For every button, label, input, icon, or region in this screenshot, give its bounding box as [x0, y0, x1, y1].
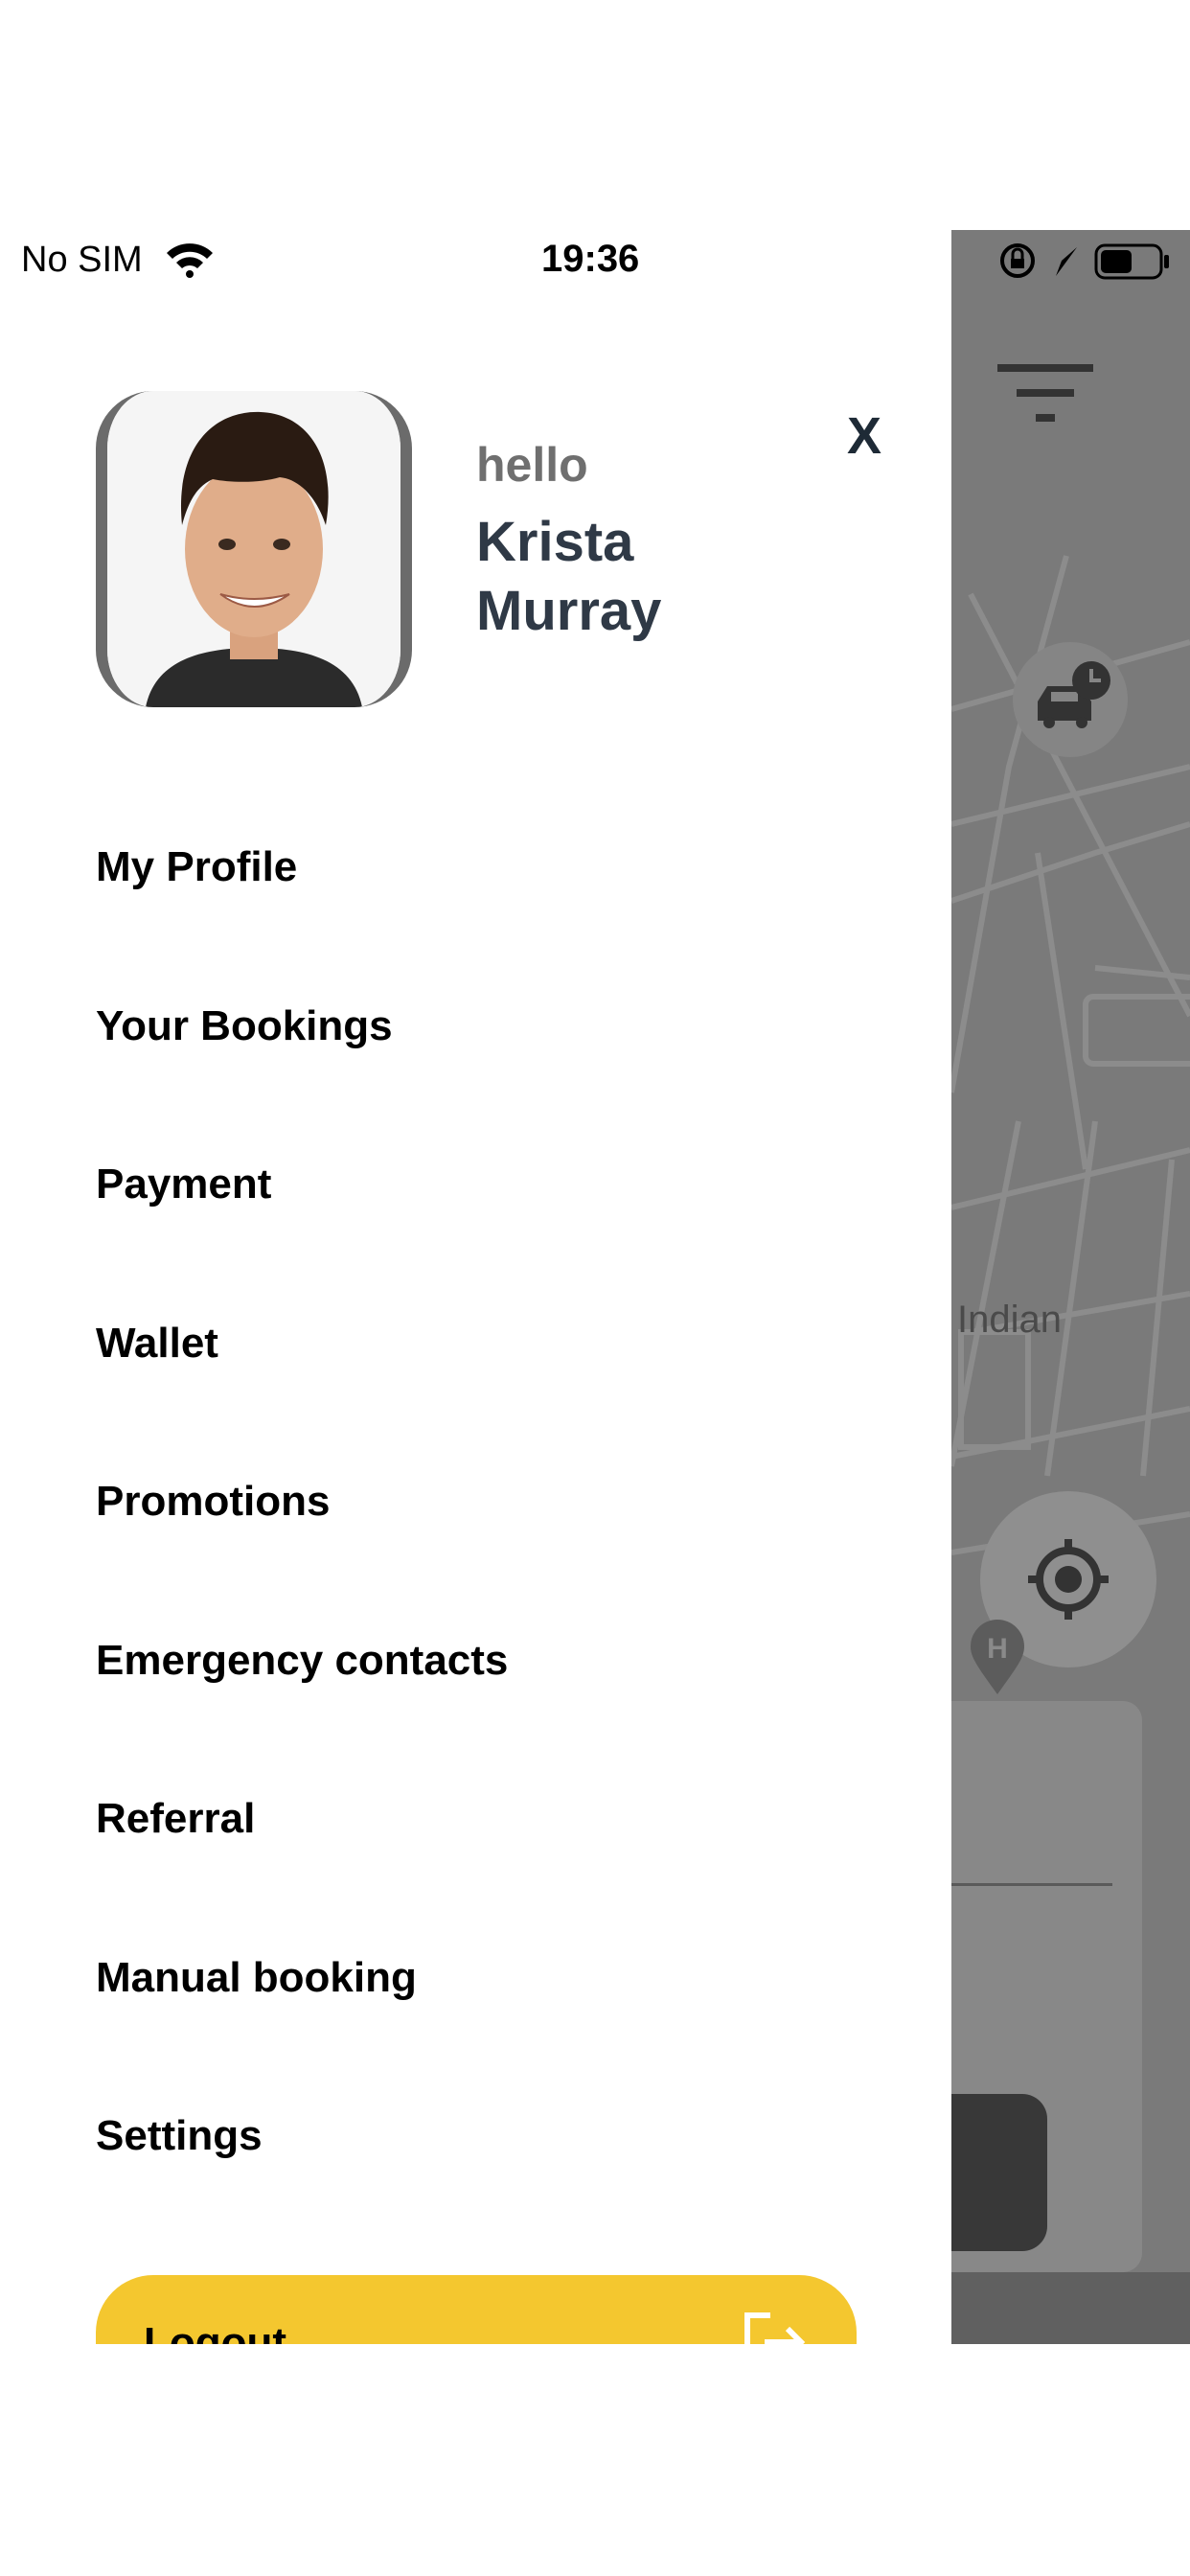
close-drawer-button[interactable]: X [835, 406, 893, 466]
menu-item-wallet[interactable]: Wallet [96, 1320, 218, 1368]
profile-photo [107, 391, 400, 707]
menu-item-promotions[interactable]: Promotions [96, 1478, 330, 1526]
map-bottom-strip [951, 2272, 1190, 2344]
scheduled-car-icon [1038, 661, 1110, 728]
scheduled-ride-button[interactable] [1013, 642, 1128, 757]
user-first-name: Krista [476, 511, 634, 573]
booking-card[interactable] [951, 1701, 1142, 2272]
hospital-marker-label: H [987, 1633, 1008, 1665]
hospital-marker-icon: H [971, 1620, 1024, 1694]
confirm-button[interactable] [951, 2094, 1047, 2251]
menu-item-payment[interactable]: Payment [96, 1161, 271, 1208]
menu-item-referral[interactable]: Referral [96, 1795, 255, 1843]
logout-icon [744, 2312, 806, 2344]
status-icons [1000, 243, 1169, 280]
clock: 19:36 [541, 238, 640, 280]
location-arrow-icon [1056, 247, 1077, 276]
carrier-label: No SIM [21, 240, 143, 280]
menu-item-manual-booking[interactable]: Manual booking [96, 1954, 417, 2002]
avatar[interactable] [96, 391, 412, 707]
lock-rotation-icon [1000, 243, 1035, 278]
map-label-indian: Indian [957, 1299, 1062, 1341]
card-divider [951, 1883, 1112, 1886]
battery-icon [1094, 243, 1169, 280]
menu-item-settings[interactable]: Settings [96, 2112, 263, 2160]
menu-item-your-bookings[interactable]: Your Bookings [96, 1002, 393, 1050]
logout-label: Logout [144, 2319, 287, 2344]
app-screen: Indian H hello Krista Murray X My Profil… [0, 230, 1190, 2344]
user-last-name: Murray [476, 580, 662, 642]
user-name: Krista Murray [476, 508, 859, 646]
status-bar: No SIM 19:36 [0, 230, 1190, 297]
filter-icon[interactable] [997, 364, 1093, 441]
map-view[interactable]: Indian H [951, 230, 1190, 2344]
menu-item-my-profile[interactable]: My Profile [96, 843, 297, 891]
side-drawer: hello Krista Murray X My Profile Your Bo… [0, 230, 951, 2344]
greeting-text: hello [476, 438, 588, 492]
menu-item-emergency-contacts[interactable]: Emergency contacts [96, 1637, 508, 1685]
logout-button[interactable]: Logout [96, 2275, 857, 2344]
wifi-icon [167, 243, 213, 278]
